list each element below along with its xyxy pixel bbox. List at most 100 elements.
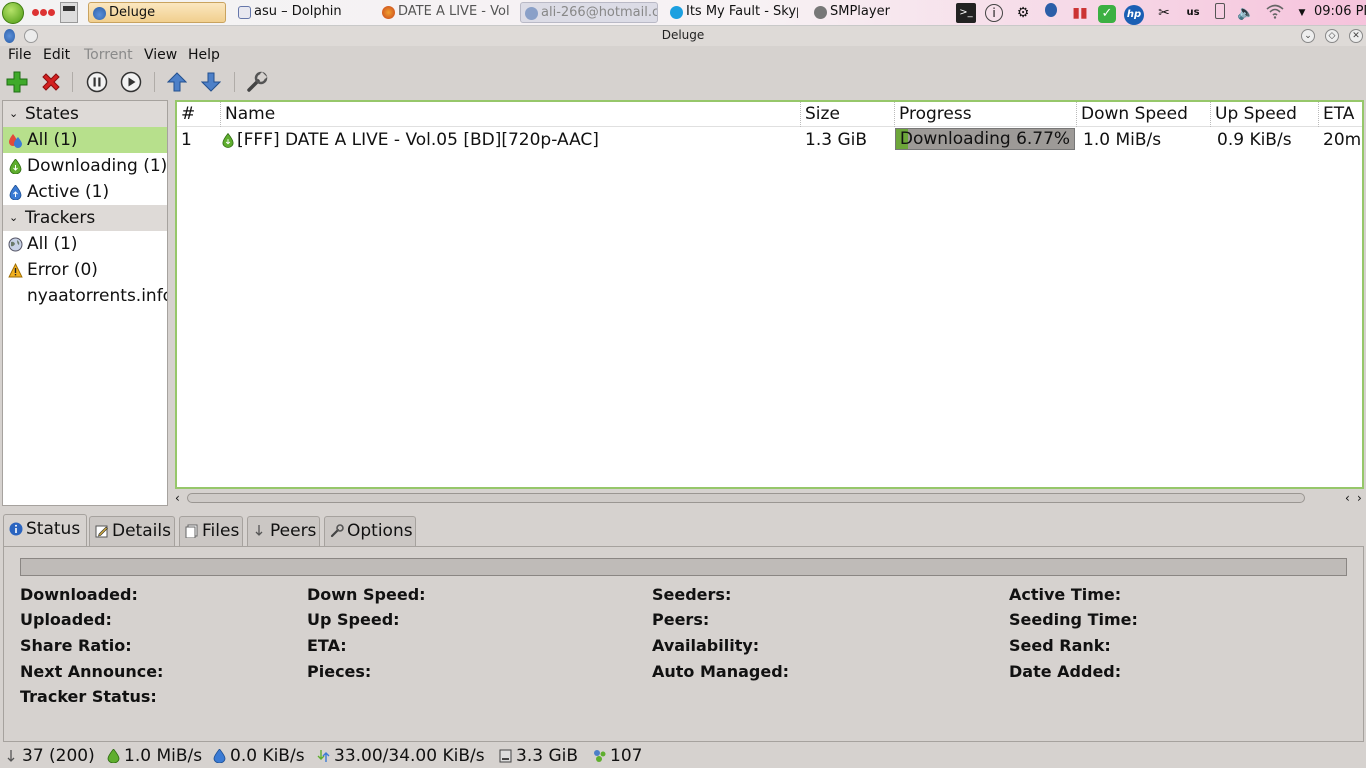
scroll-right-icon[interactable]: › <box>1357 490 1362 506</box>
scrollbar-thumb[interactable] <box>187 493 1305 503</box>
task-deluge[interactable]: Deluge <box>88 2 226 23</box>
horizontal-scrollbar[interactable]: ‹ ‹ › <box>175 490 1364 506</box>
keyboard-layout-indicator[interactable]: us <box>1183 3 1203 23</box>
menu-help[interactable]: Help <box>188 47 220 63</box>
statusbar: 37 (200) 1.0 MiB/s 0.0 KiB/s 33.00/34.00… <box>0 744 1366 768</box>
menu-torrent[interactable]: Torrent <box>84 47 133 63</box>
dht-nodes-status[interactable]: 107 <box>590 744 642 768</box>
status-panel: Downloaded: Uploaded: Share Ratio: Next … <box>3 546 1364 742</box>
wrench-icon <box>247 71 268 92</box>
preferences-button[interactable] <box>244 69 270 95</box>
scroll-left-icon[interactable]: ‹ <box>1345 490 1350 506</box>
column-header-number[interactable]: # <box>177 102 221 127</box>
label-down-speed: Down Speed: <box>307 585 426 604</box>
filter-tracker-all[interactable]: All (1) <box>3 231 167 257</box>
kmail-icon[interactable]: ▮▮ <box>1070 3 1090 23</box>
dht-nodes-value: 107 <box>610 746 643 766</box>
add-torrent-button[interactable] <box>4 69 30 95</box>
check-icon[interactable]: ✓ <box>1097 3 1117 23</box>
warning-icon <box>8 263 23 278</box>
column-header-progress[interactable]: Progress <box>895 102 1077 127</box>
scissors-icon[interactable]: ✂ <box>1154 3 1174 23</box>
label-next-announce: Next Announce: <box>20 662 164 681</box>
label-downloaded: Downloaded: <box>20 585 138 604</box>
states-header[interactable]: ⌄ States <box>3 101 167 127</box>
scroll-left-icon[interactable]: ‹ <box>175 490 180 506</box>
wifi-icon[interactable] <box>1265 3 1285 23</box>
filter-state-downloading[interactable]: Downloading (1) <box>3 153 167 179</box>
disk-space-status[interactable]: 3.3 GiB <box>496 744 578 768</box>
all-states-icon <box>9 134 22 148</box>
deluge-tray-icon[interactable] <box>1041 3 1061 23</box>
show-desktop-icon[interactable] <box>60 2 78 23</box>
pause-button[interactable] <box>84 69 110 95</box>
volume-icon[interactable]: 🔈 <box>1236 3 1256 23</box>
tab-details[interactable]: Details <box>89 516 175 546</box>
activities-icon[interactable] <box>32 8 56 19</box>
tab-options[interactable]: Options <box>324 516 416 546</box>
menu-view[interactable]: View <box>144 47 177 63</box>
task-skype-call[interactable]: Its My Fault - Skyp <box>666 2 798 23</box>
connections-icon <box>7 750 15 762</box>
task-smplayer[interactable]: SMPlayer <box>810 2 930 23</box>
column-header-name[interactable]: Name <box>221 102 801 127</box>
column-header-eta[interactable]: ETA <box>1319 102 1362 127</box>
column-header-down-speed[interactable]: Down Speed <box>1077 102 1211 127</box>
info-icon[interactable]: i <box>985 4 1003 22</box>
torrent-size: 1.3 GiB <box>805 130 867 150</box>
app-launcher-icon[interactable] <box>2 2 24 24</box>
info-icon <box>9 522 23 536</box>
edit-icon <box>95 525 108 538</box>
download-speed-status[interactable]: 1.0 MiB/s <box>104 744 202 768</box>
downloading-icon <box>9 159 22 174</box>
menu-edit[interactable]: Edit <box>43 47 70 63</box>
tab-peers[interactable]: Peers <box>247 516 320 546</box>
tray-expand-icon[interactable]: ▼ <box>1292 3 1312 23</box>
gear-icon[interactable]: ⚙ <box>1013 3 1033 23</box>
maximize-icon[interactable]: ◇ <box>1325 29 1339 43</box>
minimize-icon[interactable]: ⌄ <box>1301 29 1315 43</box>
filter-sidebar: ⌄ States All (1) Downloading (1) Active … <box>2 100 168 506</box>
trackers-header[interactable]: ⌄ Trackers <box>3 205 167 231</box>
connections-status[interactable]: 37 (200) <box>2 744 95 768</box>
task-dolphin[interactable]: asu – Dolphin <box>234 2 372 23</box>
battery-icon[interactable] <box>1210 3 1230 23</box>
close-icon[interactable]: ✕ <box>1349 29 1363 43</box>
filter-state-all[interactable]: All (1) <box>3 127 167 153</box>
chevron-down-icon: ⌄ <box>9 107 19 120</box>
window-titlebar[interactable]: Deluge ⌄ ◇ ✕ <box>0 26 1366 46</box>
column-header-up-speed[interactable]: Up Speed <box>1211 102 1319 127</box>
remove-icon <box>42 73 60 91</box>
upload-speed-status[interactable]: 0.0 KiB/s <box>210 744 305 768</box>
column-header-size[interactable]: Size <box>801 102 895 127</box>
torrent-number: 1 <box>181 130 192 150</box>
queue-up-button[interactable] <box>164 69 190 95</box>
traffic-icon <box>317 750 330 762</box>
terminal-icon[interactable]: >_ <box>956 3 976 23</box>
tab-label: Status <box>26 519 81 539</box>
queue-down-button[interactable] <box>198 69 224 95</box>
tab-files[interactable]: Files <box>179 516 243 546</box>
toolbar-separator <box>154 72 155 92</box>
toolbar-separator <box>234 72 235 92</box>
filter-state-active[interactable]: Active (1) <box>3 179 167 205</box>
protocol-traffic-status[interactable]: 33.00/34.00 KiB/s <box>314 744 485 768</box>
clock[interactable]: 09:06 PM <box>1314 4 1366 19</box>
remove-torrent-button[interactable] <box>38 69 64 95</box>
window-title: Deluge <box>661 28 705 42</box>
filter-tracker-nyaatorrents[interactable]: nyaatorrents.info <box>3 283 167 309</box>
task-skype-chat[interactable]: ali-266@hotmail.c <box>520 2 658 23</box>
label-active-time: Active Time: <box>1009 585 1122 604</box>
task-firefox[interactable]: DATE A LIVE - Vol <box>378 2 516 23</box>
tab-status[interactable]: Status <box>3 514 87 547</box>
toolbar <box>0 66 1366 98</box>
tab-label: Details <box>112 521 171 541</box>
filter-tracker-error[interactable]: Error (0) <box>3 257 167 283</box>
torrent-name: [FFF] DATE A LIVE - Vol.05 [BD][720p-AAC… <box>237 130 599 150</box>
hp-icon[interactable]: hp <box>1124 3 1144 25</box>
filter-label: Error (0) <box>27 260 98 280</box>
menu-file[interactable]: File <box>8 47 31 63</box>
wrench-icon <box>330 524 344 538</box>
active-icon <box>9 185 22 200</box>
resume-button[interactable] <box>118 69 144 95</box>
